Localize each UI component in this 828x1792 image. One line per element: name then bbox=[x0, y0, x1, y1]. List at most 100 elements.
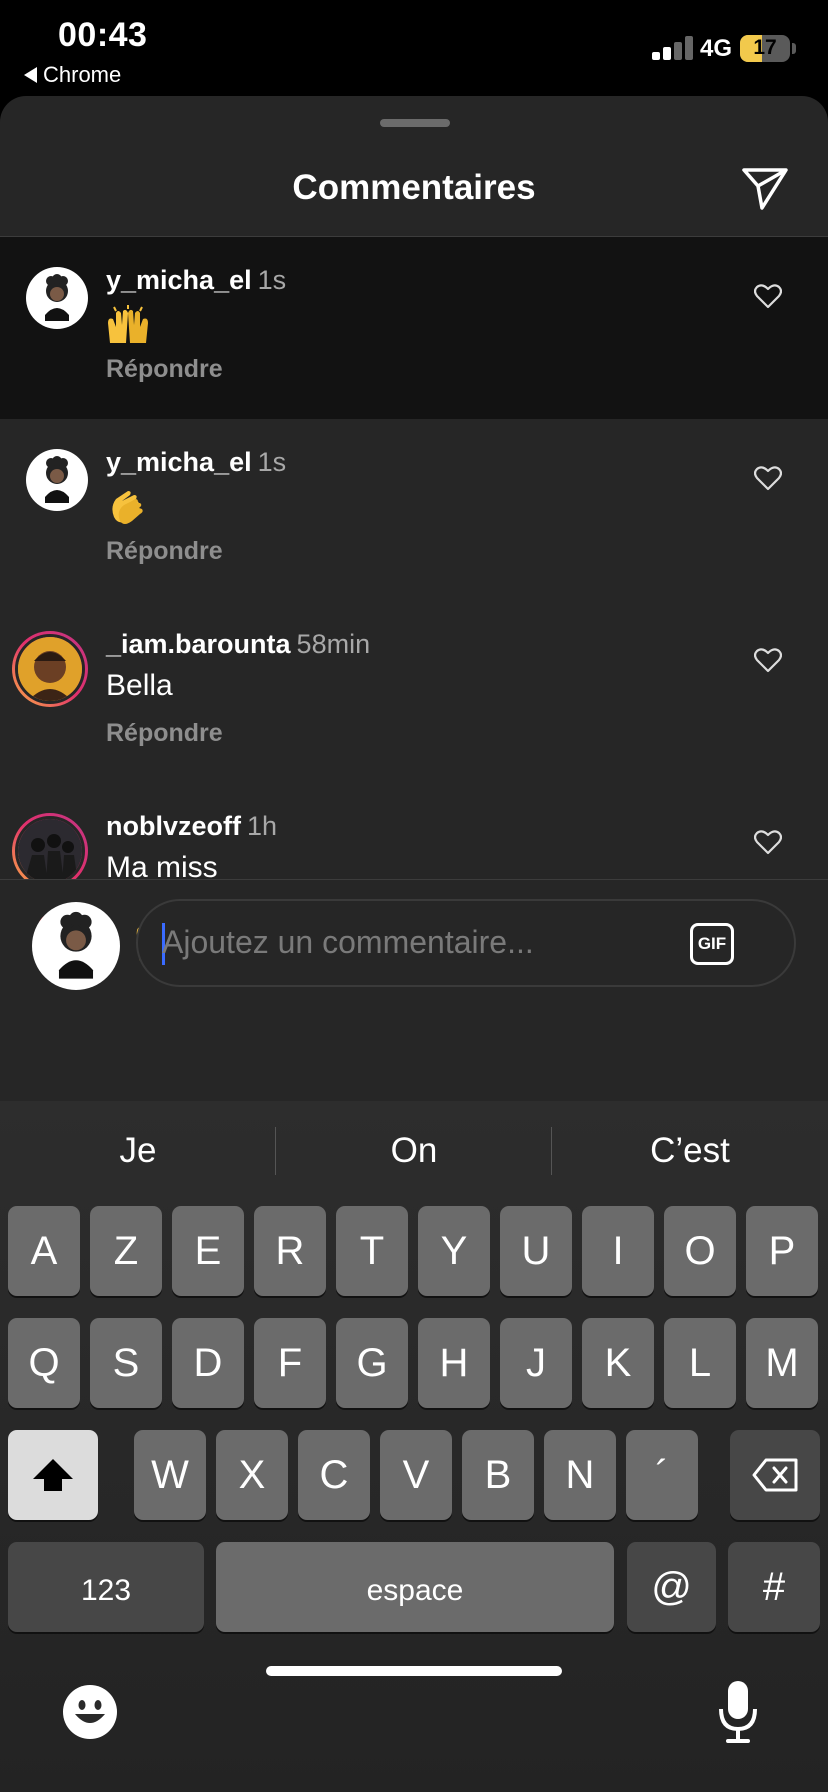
comment-username[interactable]: y_micha_el bbox=[106, 447, 252, 477]
key[interactable]: S bbox=[90, 1318, 162, 1408]
comment-input[interactable]: Ajoutez un commentaire... GIF bbox=[136, 899, 796, 987]
like-button[interactable] bbox=[753, 283, 783, 309]
avatar bbox=[15, 816, 85, 879]
signal-bar bbox=[652, 52, 660, 60]
comments-sheet: Commentaires y_micha_el 1s Répondre y_mi… bbox=[0, 96, 828, 1101]
comments-list[interactable]: y_micha_el 1s Répondre y_micha_el 1s Rép… bbox=[0, 237, 828, 879]
comment-username[interactable]: y_micha_el bbox=[106, 265, 252, 295]
like-button[interactable] bbox=[753, 647, 783, 673]
microphone-icon bbox=[719, 1681, 757, 1743]
comment-time: 1h bbox=[247, 811, 278, 841]
shift-key[interactable] bbox=[8, 1430, 98, 1520]
key[interactable]: G bbox=[336, 1318, 408, 1408]
key[interactable]: H bbox=[418, 1318, 490, 1408]
key[interactable]: E bbox=[172, 1206, 244, 1296]
avatar[interactable] bbox=[26, 449, 88, 511]
key[interactable]: V bbox=[380, 1430, 452, 1520]
battery-icon: 17 bbox=[740, 35, 790, 62]
comment-time: 58min bbox=[296, 629, 371, 659]
comment-text: Bella bbox=[106, 669, 173, 702]
numbers-key-label: 123 bbox=[80, 1574, 132, 1607]
backspace-icon bbox=[752, 1458, 798, 1492]
avatar-group-photo-image bbox=[18, 819, 82, 879]
raising-hands-emoji-icon bbox=[106, 305, 150, 350]
back-arrow-icon bbox=[24, 67, 37, 83]
comment-header: noblvzeoff 1h bbox=[106, 811, 277, 842]
key[interactable]: D bbox=[172, 1318, 244, 1408]
key[interactable]: J bbox=[500, 1318, 572, 1408]
key[interactable]: Q bbox=[8, 1318, 80, 1408]
key[interactable]: N bbox=[544, 1430, 616, 1520]
smiley-face-icon bbox=[63, 1685, 117, 1739]
emoji-keyboard-button[interactable] bbox=[62, 1684, 118, 1740]
key[interactable]: B bbox=[462, 1430, 534, 1520]
key[interactable]: Z bbox=[90, 1206, 162, 1296]
comment-item: y_micha_el 1s Répondre bbox=[0, 419, 828, 601]
heart-outline-icon bbox=[753, 466, 783, 491]
key[interactable]: X bbox=[216, 1430, 288, 1520]
avatar-cartoon-image bbox=[45, 274, 69, 321]
key[interactable]: Y bbox=[418, 1206, 490, 1296]
reply-link[interactable]: Répondre bbox=[106, 719, 223, 748]
avatar[interactable] bbox=[26, 267, 88, 329]
avatar bbox=[15, 634, 85, 704]
divider bbox=[0, 879, 828, 880]
reply-link[interactable]: Répondre bbox=[106, 355, 223, 384]
space-key[interactable]: espace bbox=[216, 1542, 614, 1632]
comment-input-placeholder: Ajoutez un commentaire... bbox=[162, 924, 534, 960]
like-button[interactable] bbox=[753, 465, 783, 491]
key[interactable]: F bbox=[254, 1318, 326, 1408]
heart-outline-icon bbox=[753, 284, 783, 309]
comment-text: Ma miss bbox=[106, 851, 218, 879]
network-type: 4G bbox=[700, 35, 733, 62]
key[interactable]: R bbox=[254, 1206, 326, 1296]
heart-outline-icon bbox=[753, 830, 783, 855]
key[interactable]: I bbox=[582, 1206, 654, 1296]
comment-header: _iam.barounta 58min bbox=[106, 629, 370, 660]
avatar-cartoon-image bbox=[45, 456, 69, 503]
key[interactable]: W bbox=[134, 1430, 206, 1520]
comment-username[interactable]: noblvzeoff bbox=[106, 811, 241, 841]
key[interactable]: A bbox=[8, 1206, 80, 1296]
key[interactable]: K bbox=[582, 1318, 654, 1408]
avatar-story-ring[interactable] bbox=[12, 813, 88, 879]
keyboard: Je On C’est A Z E R T Y U I O P Q S D F … bbox=[0, 1101, 828, 1792]
home-indicator[interactable] bbox=[266, 1666, 562, 1676]
cellular-signal-icon bbox=[652, 36, 696, 60]
numbers-key[interactable]: 123 bbox=[8, 1542, 204, 1632]
key[interactable]: M bbox=[746, 1318, 818, 1408]
signal-bar bbox=[663, 47, 671, 60]
comment-item: y_micha_el 1s Répondre bbox=[0, 237, 828, 419]
sheet-grabber-handle[interactable] bbox=[380, 119, 450, 127]
back-to-app-link[interactable]: Chrome bbox=[24, 62, 121, 88]
battery-cap bbox=[792, 43, 796, 54]
backspace-key[interactable] bbox=[730, 1430, 820, 1520]
hash-key[interactable]: # bbox=[728, 1542, 820, 1632]
suggestion-1[interactable]: Je bbox=[0, 1131, 276, 1171]
comment-header: y_micha_el 1s bbox=[106, 265, 286, 296]
key[interactable]: L bbox=[664, 1318, 736, 1408]
key[interactable]: ´ bbox=[626, 1430, 698, 1520]
comment-username[interactable]: _iam.barounta bbox=[106, 629, 291, 659]
suggestion-2[interactable]: On bbox=[276, 1131, 552, 1171]
gif-button[interactable]: GIF bbox=[690, 923, 734, 965]
key[interactable]: P bbox=[746, 1206, 818, 1296]
space-key-label: espace bbox=[366, 1574, 464, 1607]
avatar-story-ring[interactable] bbox=[12, 631, 88, 707]
avatar-cartoon-image bbox=[58, 911, 94, 979]
key[interactable]: T bbox=[336, 1206, 408, 1296]
suggestion-3[interactable]: C’est bbox=[552, 1131, 828, 1171]
status-bar: 00:43 Chrome 4G 17 bbox=[0, 0, 828, 96]
battery-level: 17 bbox=[753, 36, 777, 59]
like-button[interactable] bbox=[753, 829, 783, 855]
key[interactable]: O bbox=[664, 1206, 736, 1296]
reply-link[interactable]: Répondre bbox=[106, 537, 223, 566]
heart-outline-icon bbox=[753, 648, 783, 673]
share-button[interactable] bbox=[740, 166, 790, 212]
key[interactable]: U bbox=[500, 1206, 572, 1296]
at-key[interactable]: @ bbox=[627, 1542, 716, 1632]
dictation-button[interactable] bbox=[716, 1679, 760, 1745]
back-app-label: Chrome bbox=[43, 62, 122, 87]
key[interactable]: C bbox=[298, 1430, 370, 1520]
comment-time: 1s bbox=[257, 265, 287, 295]
